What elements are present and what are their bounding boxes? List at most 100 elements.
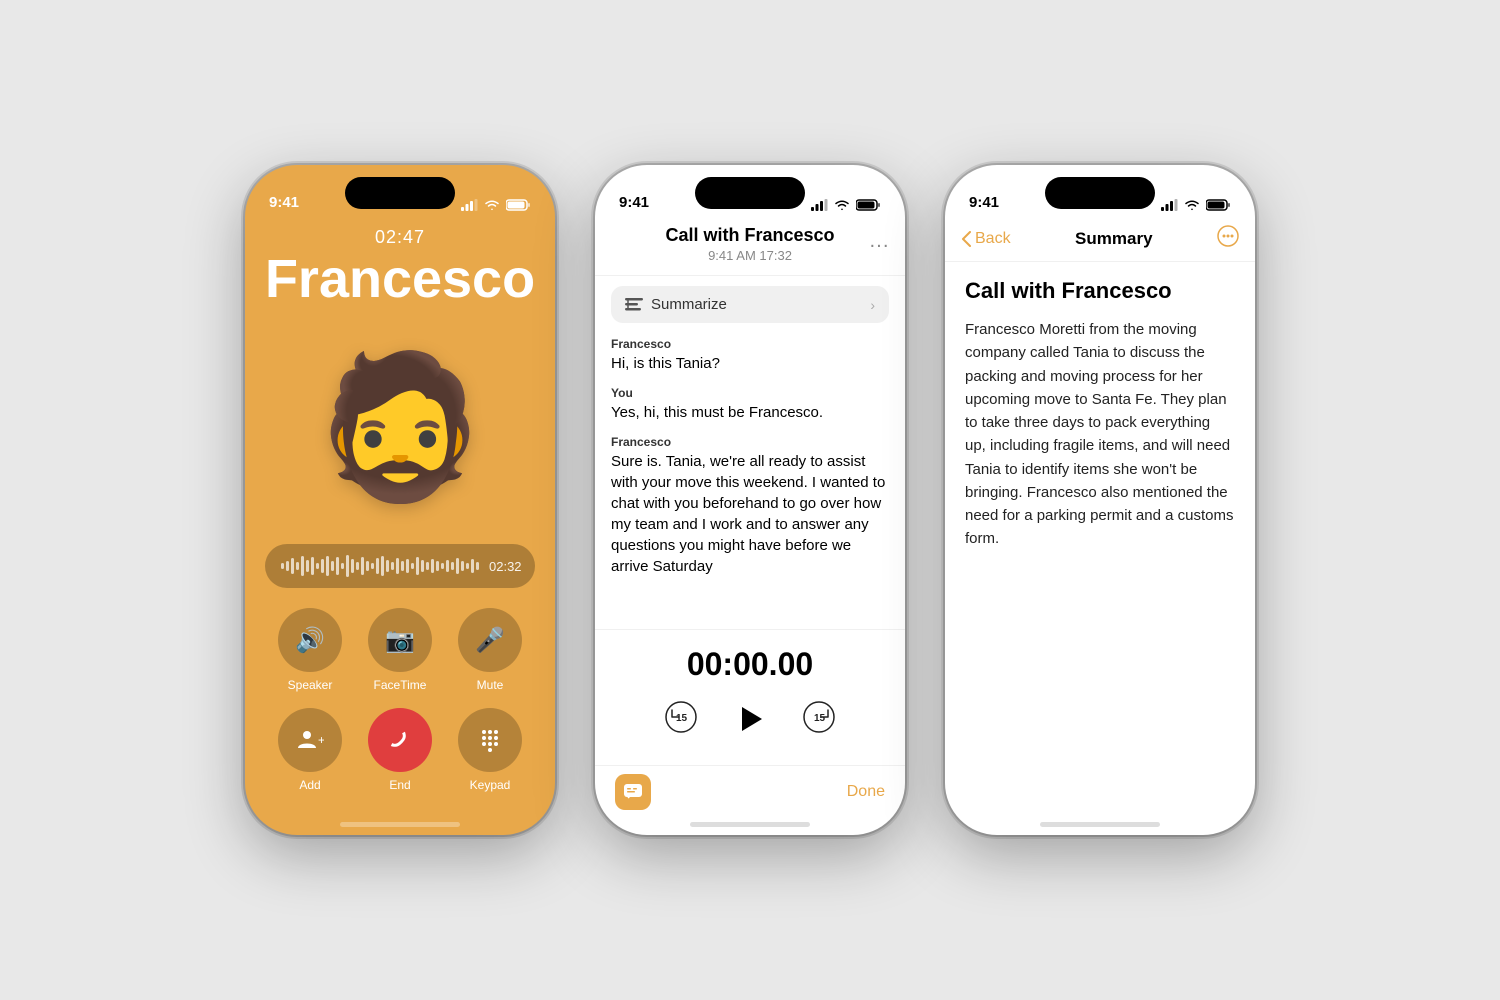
message-group-1: Francesco Hi, is this Tania? xyxy=(611,337,889,374)
wave-bar xyxy=(291,558,294,574)
wave-bar xyxy=(431,559,434,573)
summary-title: Call with Francesco xyxy=(965,278,1235,304)
play-button[interactable] xyxy=(728,697,772,741)
wave-bar xyxy=(391,562,394,570)
play-icon xyxy=(732,701,768,737)
wave-bar xyxy=(376,558,379,574)
wave-bar xyxy=(336,557,339,575)
phone-summary: 9:41 xyxy=(945,165,1255,835)
summarize-left: Summarize xyxy=(625,296,727,313)
wave-bar xyxy=(286,561,289,571)
home-bar-1 xyxy=(340,822,460,827)
summary-nav-title: Summary xyxy=(1075,229,1152,249)
keypad-icon xyxy=(477,727,503,753)
status-time-1: 9:41 xyxy=(269,194,299,211)
caller-name: Francesco xyxy=(265,250,535,309)
wave-bar xyxy=(401,561,404,571)
wave-bar xyxy=(381,556,384,576)
dynamic-island xyxy=(345,177,455,209)
back-button[interactable]: Back xyxy=(961,230,1011,248)
transcript-footer: Done xyxy=(595,765,905,822)
facetime-button[interactable]: 📷 FaceTime xyxy=(368,608,432,692)
wave-bar xyxy=(446,560,449,572)
message-text-3: Sure is. Tania, we're all ready to assis… xyxy=(611,451,889,577)
call-screen: ⓘ 02:47 Francesco 🧔 xyxy=(245,217,555,835)
wave-bar xyxy=(321,559,324,573)
status-icons-1 xyxy=(461,199,531,211)
chat-button[interactable] xyxy=(615,774,651,810)
transcript-title: Call with Francesco xyxy=(615,225,885,246)
summary-nav: Back Summary xyxy=(945,217,1255,262)
wave-bar xyxy=(411,563,414,569)
message-group-2: You Yes, hi, this must be Francesco. xyxy=(611,386,889,423)
status-icons-3 xyxy=(1161,199,1231,211)
wave-bar xyxy=(456,558,459,574)
speaker-label: Speaker xyxy=(288,678,333,692)
transcript-messages: Francesco Hi, is this Tania? You Yes, hi… xyxy=(595,333,905,629)
keypad-icon-circle xyxy=(458,708,522,772)
wave-bar xyxy=(306,560,309,572)
battery-icon-3 xyxy=(1206,199,1231,211)
wave-bar xyxy=(316,563,319,569)
done-button[interactable]: Done xyxy=(847,783,885,801)
phone-transcript: 9:41 Call with Francesco 9:41 A xyxy=(595,165,905,835)
wave-bar xyxy=(281,563,284,569)
add-button[interactable]: + Add xyxy=(278,708,342,792)
avatar-memoji: 🧔 xyxy=(313,357,487,497)
waveform-visual xyxy=(281,554,479,578)
mute-button[interactable]: 🎤 Mute xyxy=(458,608,522,692)
wave-bar xyxy=(466,563,469,569)
svg-text:15: 15 xyxy=(814,713,826,724)
wave-bar xyxy=(371,563,374,569)
keypad-button[interactable]: Keypad xyxy=(458,708,522,792)
wave-bar xyxy=(451,562,454,570)
rewind-button[interactable]: 15 xyxy=(664,700,698,739)
summary-screen: Back Summary Call with Francesco Frances… xyxy=(945,217,1255,835)
more-options-button[interactable]: ··· xyxy=(869,235,889,258)
wave-bar xyxy=(416,557,419,575)
mute-label: Mute xyxy=(477,678,504,692)
summarize-button[interactable]: Summarize › xyxy=(611,286,889,323)
svg-text:+: + xyxy=(318,733,324,747)
wave-bar xyxy=(341,563,344,569)
speaker-button[interactable]: 🔊 Speaker xyxy=(278,608,342,692)
playback-controls: 15 15 xyxy=(664,697,836,741)
message-sender-2: You xyxy=(611,386,889,400)
wave-bar xyxy=(471,559,474,573)
chat-icon xyxy=(623,783,643,801)
facetime-label: FaceTime xyxy=(374,678,427,692)
back-chevron-icon xyxy=(961,231,971,247)
end-icon-circle xyxy=(368,708,432,772)
end-button[interactable]: End xyxy=(368,708,432,792)
message-group-3: Francesco Sure is. Tania, we're all read… xyxy=(611,435,889,577)
wave-bar xyxy=(441,563,444,569)
wave-bar xyxy=(396,558,399,574)
signal-icon-3 xyxy=(1161,199,1178,211)
wave-bar xyxy=(346,555,349,577)
call-buttons-row-1: 🔊 Speaker 📷 FaceTime 🎤 Mute xyxy=(265,608,535,692)
summary-content: Call with Francesco Francesco Moretti fr… xyxy=(945,262,1255,822)
home-bar-2 xyxy=(690,822,810,827)
transcript-header: Call with Francesco 9:41 AM 17:32 ··· xyxy=(595,217,905,276)
wave-bar xyxy=(366,561,369,571)
more-options-icon xyxy=(1217,225,1239,247)
summarize-label: Summarize xyxy=(651,296,727,313)
forward-button[interactable]: 15 xyxy=(802,700,836,739)
call-buttons-row-2: + Add End xyxy=(265,708,535,792)
wave-bar xyxy=(351,559,354,573)
message-sender-1: Francesco xyxy=(611,337,889,351)
summary-text: Francesco Moretti from the moving compan… xyxy=(965,318,1235,551)
wave-bar xyxy=(331,561,334,571)
wave-bar xyxy=(476,562,479,570)
add-person-icon: + xyxy=(296,726,324,754)
facetime-icon-circle: 📷 xyxy=(368,608,432,672)
wifi-icon-1 xyxy=(484,199,500,211)
summary-more-button[interactable] xyxy=(1217,225,1239,253)
battery-icon-2 xyxy=(856,199,881,211)
playback-timer: 00:00.00 xyxy=(687,646,813,683)
status-time-3: 9:41 xyxy=(969,194,999,211)
rewind-icon: 15 xyxy=(664,700,698,734)
transcript-screen: Call with Francesco 9:41 AM 17:32 ··· Su… xyxy=(595,217,905,835)
dynamic-island-2 xyxy=(695,177,805,209)
message-sender-3: Francesco xyxy=(611,435,889,449)
